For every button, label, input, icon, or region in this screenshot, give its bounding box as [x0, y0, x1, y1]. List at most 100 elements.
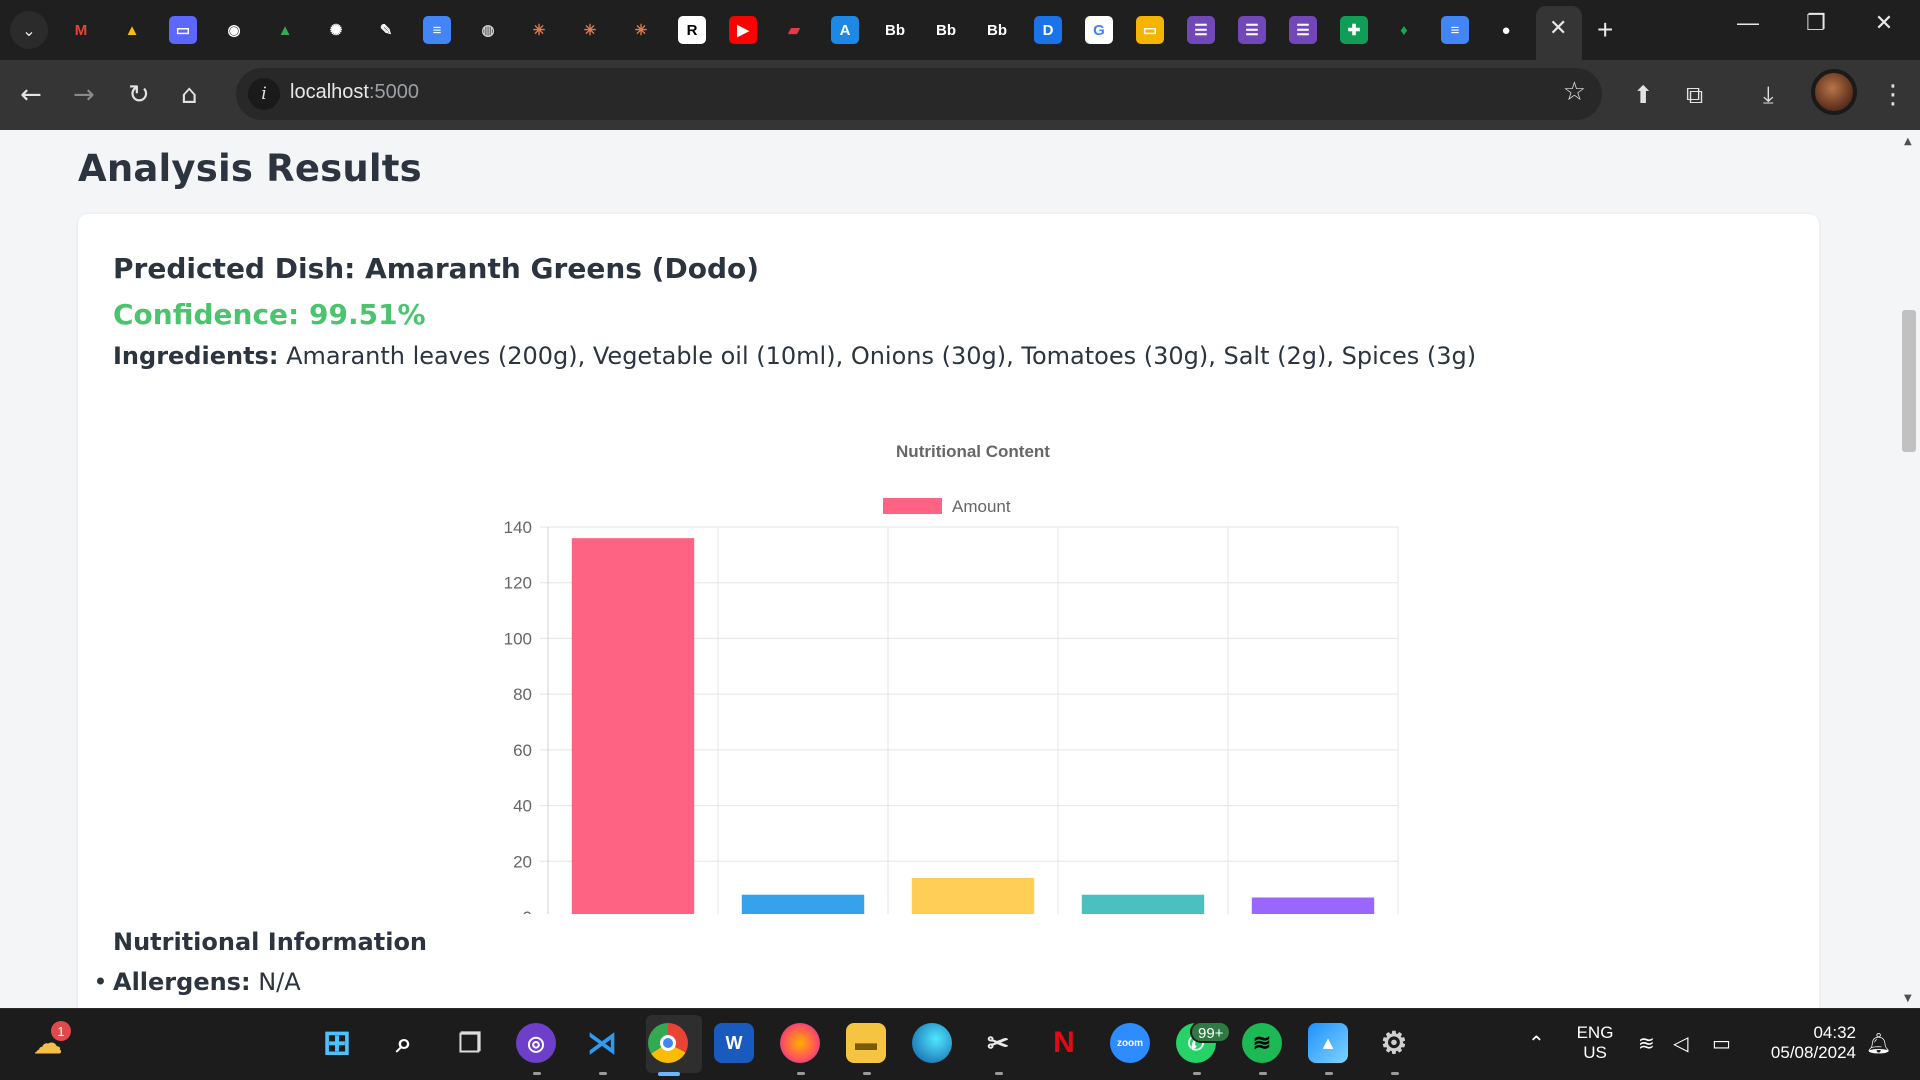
- google-slides-icon[interactable]: ▭: [1136, 16, 1164, 44]
- allergens-label: Allergens:: [113, 968, 251, 996]
- running-indicator: [1391, 1072, 1399, 1075]
- web-page: Analysis Results Predicted Dish: Amarant…: [0, 130, 1898, 1008]
- file-explorer-icon[interactable]: ▬: [846, 1023, 886, 1063]
- scroll-down-icon[interactable]: ▼: [1904, 993, 1912, 1004]
- extension-upload-icon[interactable]: ⬆: [1633, 80, 1653, 110]
- language-indicator[interactable]: ENG US: [1572, 1023, 1618, 1063]
- vscode-icon[interactable]: ⋊: [582, 1023, 622, 1063]
- edge-icon[interactable]: [912, 1023, 952, 1063]
- running-indicator: [599, 1072, 607, 1075]
- blackboard-icon[interactable]: Bb: [983, 16, 1011, 44]
- wifi-icon[interactable]: ≋: [1638, 1031, 1655, 1055]
- google-sheets-icon[interactable]: ✚: [1340, 16, 1368, 44]
- running-indicator: [995, 1072, 1003, 1075]
- browser-menu-icon[interactable]: ⋮: [1880, 80, 1906, 110]
- scroll-up-icon[interactable]: ▲: [1904, 136, 1912, 147]
- volume-icon[interactable]: ◁: [1673, 1031, 1688, 1055]
- nutrition-bar-chart: Nutritional Content Amount 0 20 40 60 80 100 120…: [504, 442, 1399, 914]
- results-card: Predicted Dish: Amaranth Greens (Dodo) C…: [78, 214, 1819, 1008]
- chrome-taskbar-icon[interactable]: [648, 1023, 688, 1063]
- google-forms-icon[interactable]: ☰: [1238, 16, 1266, 44]
- app-icon[interactable]: ●: [1492, 16, 1520, 44]
- google-forms-icon[interactable]: ☰: [1187, 16, 1215, 44]
- extensions-puzzle-icon[interactable]: ⧉: [1686, 80, 1703, 110]
- bar: [911, 878, 1035, 914]
- whatsapp-badge: 99+: [1190, 1021, 1232, 1043]
- youtube-icon[interactable]: ▶: [729, 16, 757, 44]
- minimize-icon[interactable]: —: [1726, 10, 1770, 36]
- a-icon[interactable]: A: [831, 16, 859, 44]
- spotify-icon[interactable]: ≋: [1242, 1023, 1282, 1063]
- reload-icon[interactable]: ↻: [128, 80, 150, 110]
- settings-gear-icon[interactable]: ⚙: [1374, 1023, 1414, 1063]
- forward-arrow-icon[interactable]: →: [73, 80, 95, 110]
- clock[interactable]: 04:32 05/08/2024: [1756, 1023, 1856, 1063]
- task-view-icon[interactable]: ❐: [450, 1023, 490, 1063]
- active-tab[interactable]: ✕: [1536, 6, 1582, 60]
- close-window-icon[interactable]: ✕: [1862, 10, 1906, 36]
- claude-icon[interactable]: ✳: [525, 16, 553, 44]
- page-scrollbar[interactable]: ▲ ▼: [1898, 130, 1920, 1008]
- scrollbar-thumb[interactable]: [1902, 310, 1916, 452]
- active-app-indicator: [658, 1072, 680, 1076]
- running-indicator: [863, 1072, 871, 1075]
- photos-icon[interactable]: ▲: [1308, 1023, 1348, 1063]
- d-icon[interactable]: D: [1034, 16, 1062, 44]
- close-tab-icon[interactable]: ✕: [1549, 16, 1567, 41]
- google-drive-icon[interactable]: ▲: [271, 16, 299, 44]
- y-tick-label: 0: [523, 908, 532, 914]
- edit-icon[interactable]: ✎: [372, 16, 400, 44]
- url-port: :5000: [368, 81, 419, 103]
- blackboard-icon[interactable]: Bb: [932, 16, 960, 44]
- netflix-icon[interactable]: N: [1044, 1023, 1084, 1063]
- y-tick-label: 60: [513, 741, 532, 760]
- chat-icon[interactable]: ▭: [169, 16, 197, 44]
- allergens-item: • Allergens: N/A: [88, 968, 301, 996]
- google-drive-icon[interactable]: ▲: [118, 16, 146, 44]
- home-icon[interactable]: ⌂: [181, 80, 198, 110]
- url-text[interactable]: localhost:5000: [290, 81, 419, 104]
- running-indicator: [533, 1072, 541, 1075]
- search-icon[interactable]: ⌕: [384, 1023, 424, 1063]
- zoom-icon[interactable]: zoom: [1110, 1023, 1150, 1063]
- start-icon[interactable]: ⊞: [317, 1023, 357, 1063]
- chrome-icon[interactable]: ◉: [220, 16, 248, 44]
- browser-tab-strip: ⌄ M ▲ ▭ ◉ ▲ ✺ ✎ ≡ ◍ ✳ ✳ ✳ R ▶ ▰ A Bb Bb Bb D G ▭ ☰ ☰ ☰ ✚ ♦ ≡ ● ✕ + —…: [0, 0, 1920, 60]
- claude-icon[interactable]: ✳: [576, 16, 604, 44]
- profile-avatar[interactable]: [1811, 69, 1857, 115]
- new-tab-button[interactable]: +: [1597, 14, 1613, 46]
- allergens-value: N/A: [250, 968, 301, 996]
- gmail-icon[interactable]: M: [67, 16, 95, 44]
- bookmark-star-icon[interactable]: ☆: [1563, 77, 1586, 107]
- firefox-icon[interactable]: [780, 1023, 820, 1063]
- show-hidden-icons-chevron-icon[interactable]: ⌃: [1528, 1031, 1545, 1055]
- back-arrow-icon[interactable]: ←: [20, 80, 42, 110]
- openai-icon[interactable]: ✺: [322, 16, 350, 44]
- r6-icon[interactable]: R: [678, 16, 706, 44]
- google-forms-icon[interactable]: ☰: [1289, 16, 1317, 44]
- blackboard-icon[interactable]: Bb: [881, 16, 909, 44]
- site-info-icon[interactable]: i: [248, 78, 280, 110]
- address-bar[interactable]: i localhost:5000 ☆: [236, 68, 1602, 120]
- google-docs-icon[interactable]: ≡: [1441, 16, 1469, 44]
- google-icon[interactable]: G: [1085, 16, 1113, 44]
- language-line1: ENG: [1576, 1023, 1614, 1042]
- tab-search-chevron-icon[interactable]: ⌄: [10, 11, 48, 49]
- running-indicator: [797, 1072, 805, 1075]
- running-indicator: [1259, 1072, 1267, 1075]
- battery-icon[interactable]: ▭: [1712, 1031, 1731, 1055]
- github-desktop-icon[interactable]: ◎: [516, 1023, 556, 1063]
- restore-icon[interactable]: ❐: [1794, 10, 1838, 36]
- globe-icon[interactable]: ◍: [474, 16, 502, 44]
- legend-swatch: [883, 498, 942, 514]
- running-indicator: [1325, 1072, 1333, 1075]
- snipping-tool-icon[interactable]: ✂: [978, 1023, 1018, 1063]
- word-icon[interactable]: W: [714, 1023, 754, 1063]
- mongodb-icon[interactable]: ♦: [1390, 16, 1418, 44]
- claude-icon[interactable]: ✳: [627, 16, 655, 44]
- download-icon[interactable]: ⤓: [1763, 80, 1774, 110]
- notification-bell-icon[interactable]: 🔔︎: [1866, 1031, 1891, 1055]
- google-docs-icon[interactable]: ≡: [423, 16, 451, 44]
- stripe-icon[interactable]: ▰: [780, 16, 808, 44]
- bar: [571, 538, 695, 914]
